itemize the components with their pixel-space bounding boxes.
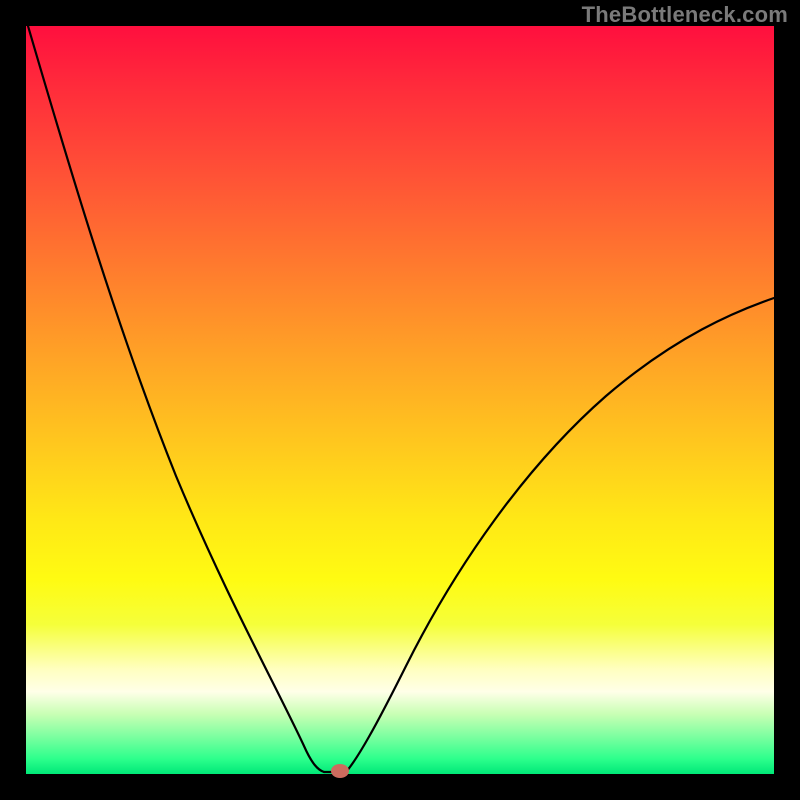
curve-svg [26, 26, 774, 774]
curve-right-branch [346, 298, 774, 772]
plot-area [26, 26, 774, 774]
optimal-point-marker [331, 764, 349, 778]
chart-frame: TheBottleneck.com [0, 0, 800, 800]
curve-left-branch [28, 26, 324, 772]
watermark-text: TheBottleneck.com [582, 2, 788, 28]
